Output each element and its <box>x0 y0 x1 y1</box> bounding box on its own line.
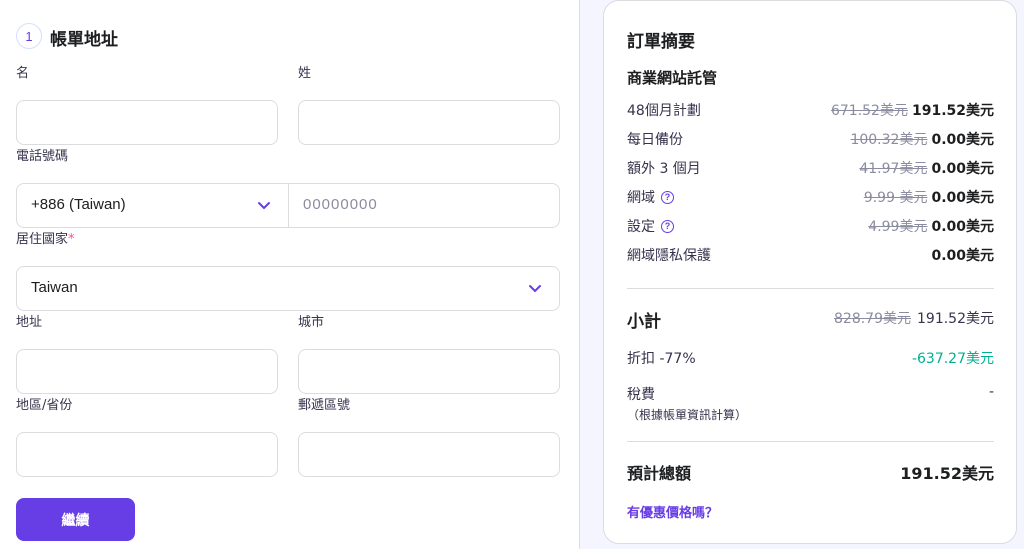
help-icon[interactable]: ? <box>661 219 674 233</box>
original-price: 9.99 美元 <box>863 190 928 206</box>
required-mark: * <box>68 232 75 247</box>
region-label: 地區/省份 <box>16 398 73 413</box>
last-name-label: 姓 <box>298 66 312 81</box>
discounted-price: 0.00美元 <box>931 190 994 206</box>
first-name-input[interactable] <box>16 100 278 145</box>
summary-line-item: 網域? 9.99 美元 0.00美元 <box>627 187 994 209</box>
divider <box>627 441 994 442</box>
tax-row: 稅費 - <box>627 384 994 406</box>
tax-note: （根據帳單資訊計算） <box>627 408 748 422</box>
discounted-price: 191.52美元 <box>911 103 994 119</box>
step-number-badge: 1 <box>16 23 42 49</box>
help-icon[interactable]: ? <box>661 190 674 204</box>
subtotal-row: 828.79美元 191.52美元 <box>627 308 994 330</box>
phone-number-placeholder: 00000000 <box>303 196 378 213</box>
country-select[interactable]: Taiwan <box>16 266 560 311</box>
discount-label: 折扣 -77% <box>627 351 696 367</box>
summary-line-item: 每日備份 100.32美元 0.00美元 <box>627 129 994 151</box>
order-summary-title: 訂單摘要 <box>627 32 695 52</box>
phone-country-select[interactable]: +886 (Taiwan) <box>17 184 288 227</box>
summary-line-item: 額外 3 個月 41.97美元 0.00美元 <box>627 158 994 180</box>
original-price: 671.52美元 <box>830 103 908 119</box>
last-name-input[interactable] <box>298 100 560 145</box>
original-price: 100.32美元 <box>850 132 928 148</box>
address-input[interactable] <box>16 349 278 394</box>
tax-label: 稅費 <box>627 387 655 403</box>
line-item-label: 網域隱私保護 <box>627 248 711 264</box>
phone-number-input[interactable]: 00000000 <box>289 184 560 227</box>
subtotal-value: 191.52美元 <box>917 311 994 327</box>
discounted-price: 0.00美元 <box>931 161 994 177</box>
chevron-down-icon <box>529 285 541 293</box>
summary-line-item: 設定? 4.99美元 0.00美元 <box>627 216 994 238</box>
discounted-price: 0.00美元 <box>931 248 994 264</box>
tax-value: - <box>988 384 994 400</box>
phone-country-value: +886 (Taiwan) <box>31 196 126 213</box>
divider <box>627 288 994 289</box>
address-label: 地址 <box>16 315 43 330</box>
summary-line-item: 網域隱私保護 0.00美元 <box>627 245 994 267</box>
discount-row: 折扣 -77% -637.27美元 <box>627 348 994 370</box>
phone-label: 電話號碼 <box>16 149 69 164</box>
coupon-link[interactable]: 有優惠價格嗎？ <box>627 502 718 521</box>
country-label: 居住國家* <box>16 232 75 247</box>
city-input[interactable] <box>298 349 560 394</box>
country-value: Taiwan <box>31 279 78 296</box>
discount-value: -637.27美元 <box>911 351 994 367</box>
line-item-label: 設定 <box>627 219 655 235</box>
line-item-label: 網域 <box>627 190 655 206</box>
subtotal-original: 828.79美元 <box>834 311 911 327</box>
discounted-price: 0.00美元 <box>931 132 994 148</box>
line-item-label: 每日備份 <box>627 132 683 148</box>
first-name-label: 名 <box>16 66 30 81</box>
product-name: 商業網站託管 <box>627 69 718 87</box>
billing-section-title: 帳單地址 <box>50 30 118 50</box>
original-price: 4.99美元 <box>868 219 928 235</box>
postal-label: 郵遞區號 <box>298 398 351 413</box>
chevron-down-icon <box>258 202 270 210</box>
total-value: 191.52美元 <box>900 464 994 483</box>
postal-code-input[interactable] <box>298 432 560 477</box>
total-label: 預計總額 <box>627 464 692 483</box>
city-label: 城市 <box>298 315 325 330</box>
line-item-label: 額外 3 個月 <box>627 161 701 177</box>
discounted-price: 0.00美元 <box>931 219 994 235</box>
summary-line-item: 48個月計劃 671.52美元 191.52美元 <box>627 100 994 122</box>
original-price: 41.97美元 <box>859 161 928 177</box>
line-item-label: 48個月計劃 <box>627 103 701 119</box>
region-input[interactable] <box>16 432 278 477</box>
billing-address-card: 1 帳單地址 名 姓 電話號碼 +886 (Taiwan) 00000000 居… <box>0 0 580 549</box>
phone-field: +886 (Taiwan) 00000000 <box>16 183 560 228</box>
order-summary-card: 訂單摘要 商業網站託管 48個月計劃 671.52美元 191.52美元 每日備份… <box>603 0 1017 544</box>
continue-button[interactable]: 繼續 <box>16 498 135 541</box>
